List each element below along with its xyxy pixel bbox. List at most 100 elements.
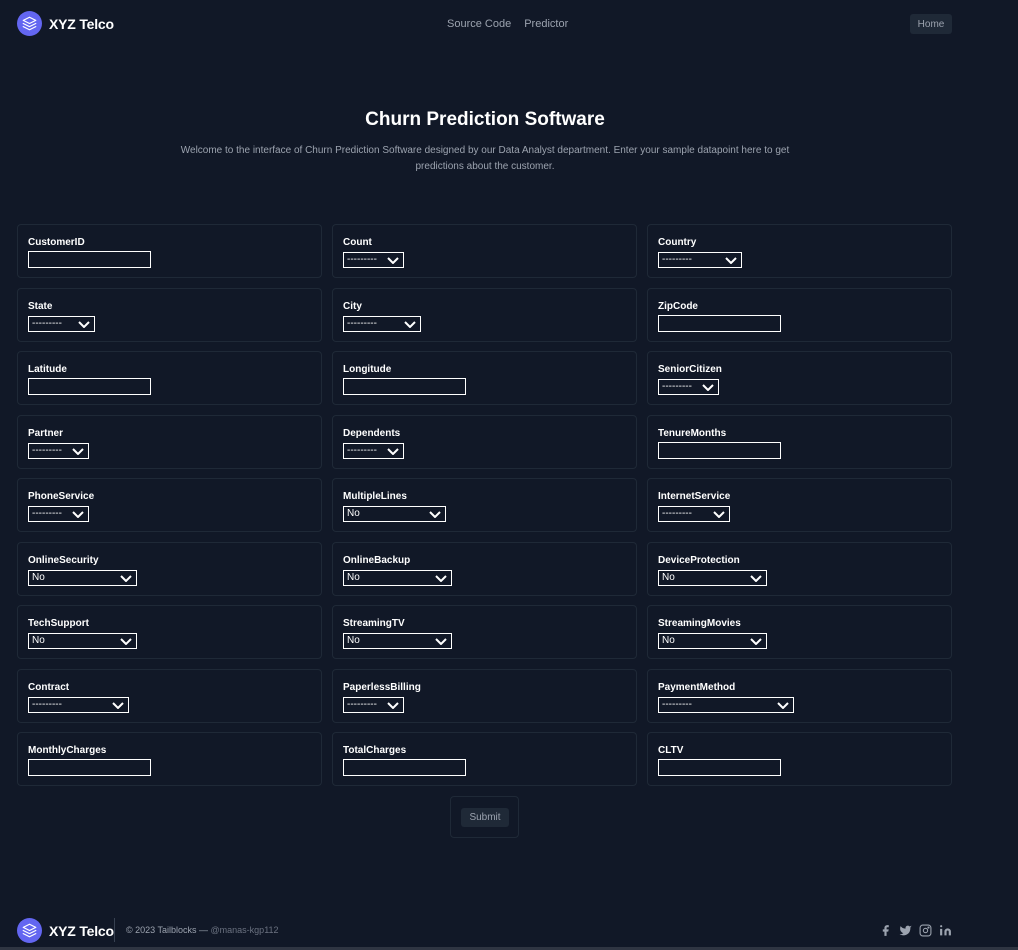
onlinesecurity-select[interactable]: No <box>28 570 137 586</box>
chevron-down-icon <box>120 575 132 582</box>
techsupport-select[interactable]: No <box>28 633 137 649</box>
chevron-down-icon <box>72 448 84 455</box>
field-card-internetservice: InternetService --------- <box>647 478 952 532</box>
city-select[interactable]: --------- <box>343 316 421 332</box>
field-card-totalcharges: TotalCharges <box>332 732 637 786</box>
country-select[interactable]: --------- <box>658 252 742 268</box>
field-label-multiplelines: MultipleLines <box>343 491 407 502</box>
multiplelines-select[interactable]: No <box>343 506 446 522</box>
country-selected-value: --------- <box>662 254 692 265</box>
contract-select[interactable]: --------- <box>28 697 129 713</box>
field-card-city: City --------- <box>332 288 637 342</box>
deviceprotection-select[interactable]: No <box>658 570 767 586</box>
field-label-internetservice: InternetService <box>658 491 731 502</box>
home-button[interactable]: Home <box>910 14 952 34</box>
onlinebackup-select[interactable]: No <box>343 570 452 586</box>
submit-container: Submit <box>450 796 519 838</box>
field-card-state: State --------- <box>17 288 322 342</box>
seniorcitizen-selected-value: --------- <box>662 381 692 392</box>
field-card-streamingmovies: StreamingMovies No <box>647 605 952 659</box>
field-label-tenuremonths: TenureMonths <box>658 428 727 439</box>
field-card-paymentmethod: PaymentMethod --------- <box>647 669 952 723</box>
field-card-seniorcitizen: SeniorCitizen --------- <box>647 351 952 405</box>
chevron-down-icon <box>387 702 399 709</box>
page-description: Welcome to the interface of Churn Predic… <box>180 145 790 172</box>
dependents-select[interactable]: --------- <box>343 443 404 459</box>
chevron-down-icon <box>435 638 447 645</box>
brand-name: XYZ Telco <box>49 15 114 32</box>
chevron-down-icon <box>78 321 90 328</box>
field-card-tenuremonths: TenureMonths <box>647 415 952 469</box>
chevron-down-icon <box>702 384 714 391</box>
partner-select[interactable]: --------- <box>28 443 89 459</box>
field-label-monthlycharges: MonthlyCharges <box>28 745 107 756</box>
tenuremonths-input[interactable] <box>658 442 781 459</box>
footer: XYZ Telco © 2023 Tailblocks — @manas-kgp… <box>0 910 1018 950</box>
field-label-customerid: CustomerID <box>28 237 85 248</box>
facebook-icon[interactable] <box>879 924 892 937</box>
longitude-input[interactable] <box>343 378 466 395</box>
seniorcitizen-select[interactable]: --------- <box>658 379 719 395</box>
field-card-onlinesecurity: OnlineSecurity No <box>17 542 322 596</box>
chevron-down-icon <box>387 448 399 455</box>
field-label-streamingmovies: StreamingMovies <box>658 618 741 629</box>
zipcode-input[interactable] <box>658 315 781 332</box>
footer-brand-link[interactable]: XYZ Telco <box>17 918 114 943</box>
field-label-partner: Partner <box>28 428 64 439</box>
field-card-deviceprotection: DeviceProtection No <box>647 542 952 596</box>
field-card-partner: Partner --------- <box>17 415 322 469</box>
onlinesecurity-selected-value: No <box>32 572 45 583</box>
field-card-contract: Contract --------- <box>17 669 322 723</box>
state-select[interactable]: --------- <box>28 316 95 332</box>
count-select[interactable]: --------- <box>343 252 404 268</box>
field-card-dependents: Dependents --------- <box>332 415 637 469</box>
field-label-streamingtv: StreamingTV <box>343 618 405 629</box>
count-selected-value: --------- <box>347 254 377 265</box>
customerid-input[interactable] <box>28 251 151 268</box>
nav-source-code[interactable]: Source Code <box>447 18 511 30</box>
cltv-input[interactable] <box>658 759 781 776</box>
author-handle-link[interactable]: @manas-kgp112 <box>211 925 279 935</box>
nav-predictor[interactable]: Predictor <box>524 18 568 30</box>
paymentmethod-select[interactable]: --------- <box>658 697 794 713</box>
field-card-paperlessbilling: PaperlessBilling --------- <box>332 669 637 723</box>
field-label-cltv: CLTV <box>658 745 684 756</box>
field-label-state: State <box>28 301 53 312</box>
field-card-longitude: Longitude <box>332 351 637 405</box>
field-card-count: Count --------- <box>332 224 637 278</box>
phoneservice-select[interactable]: --------- <box>28 506 89 522</box>
field-label-city: City <box>343 301 362 312</box>
streamingtv-select[interactable]: No <box>343 633 452 649</box>
paperlessbilling-select[interactable]: --------- <box>343 697 404 713</box>
field-card-onlinebackup: OnlineBackup No <box>332 542 637 596</box>
chevron-down-icon <box>387 257 399 264</box>
streamingmovies-select[interactable]: No <box>658 633 767 649</box>
chevron-down-icon <box>750 575 762 582</box>
partner-selected-value: --------- <box>32 445 62 456</box>
footer-brand-name: XYZ Telco <box>49 922 114 939</box>
chevron-down-icon <box>777 702 789 709</box>
latitude-input[interactable] <box>28 378 151 395</box>
city-selected-value: --------- <box>347 318 377 329</box>
field-label-deviceprotection: DeviceProtection <box>658 555 740 566</box>
chevron-down-icon <box>725 257 737 264</box>
linkedin-icon[interactable] <box>939 924 952 937</box>
field-label-contract: Contract <box>28 682 70 693</box>
brand-link[interactable]: XYZ Telco <box>17 11 114 36</box>
page-title: Churn Prediction Software <box>365 109 605 130</box>
totalcharges-input[interactable] <box>343 759 466 776</box>
monthlycharges-input[interactable] <box>28 759 151 776</box>
streamingmovies-selected-value: No <box>662 635 675 646</box>
chevron-down-icon <box>112 702 124 709</box>
submit-button[interactable]: Submit <box>461 808 509 827</box>
internetservice-select[interactable]: --------- <box>658 506 730 522</box>
field-card-zipcode: ZipCode <box>647 288 952 342</box>
internetservice-selected-value: --------- <box>662 508 692 519</box>
instagram-icon[interactable] <box>919 924 932 937</box>
field-card-techsupport: TechSupport No <box>17 605 322 659</box>
field-card-country: Country --------- <box>647 224 952 278</box>
twitter-icon[interactable] <box>899 924 912 937</box>
field-label-longitude: Longitude <box>343 364 392 375</box>
field-label-country: Country <box>658 237 697 248</box>
copyright-text: © 2023 Tailblocks — <box>126 925 209 935</box>
